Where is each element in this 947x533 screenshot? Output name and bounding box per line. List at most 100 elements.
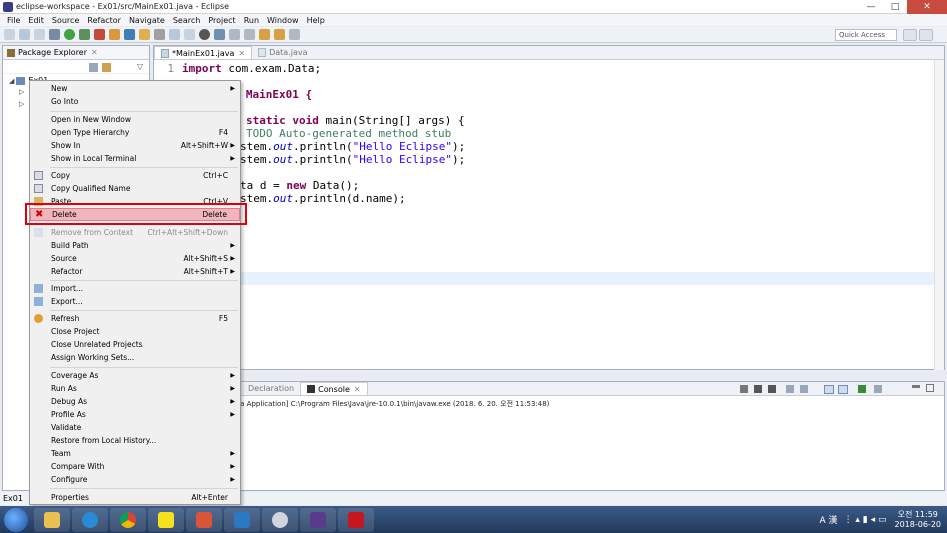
java-perspective-icon[interactable] bbox=[919, 29, 933, 41]
ctx-close-unrelated[interactable]: Close Unrelated Projects bbox=[30, 338, 240, 351]
input-language-indicator[interactable]: A 漢 bbox=[820, 513, 838, 526]
taskbar-app[interactable] bbox=[186, 507, 222, 532]
run-icon[interactable] bbox=[64, 29, 75, 40]
ctx-compare-with[interactable]: Compare With ▶ bbox=[30, 460, 240, 473]
tab-console[interactable]: Console ✕ bbox=[300, 382, 368, 395]
ctx-go-into[interactable]: Go Into bbox=[30, 95, 240, 108]
terminate-icon[interactable] bbox=[740, 385, 748, 393]
next-annotation-icon[interactable] bbox=[229, 29, 240, 40]
scroll-lock-icon[interactable] bbox=[800, 385, 808, 393]
ctx-debug-as[interactable]: Debug As ▶ bbox=[30, 395, 240, 408]
ctx-copy-qualified-name[interactable]: Copy Qualified Name bbox=[30, 182, 240, 195]
ctx-validate[interactable]: Validate bbox=[30, 421, 240, 434]
new-java-class-icon[interactable] bbox=[124, 29, 135, 40]
expand-icon[interactable]: ▷ bbox=[19, 88, 24, 96]
ctx-coverage-as[interactable]: Coverage As ▶ bbox=[30, 369, 240, 382]
taskbar-explorer[interactable] bbox=[34, 507, 70, 532]
code-area[interactable]: 1 import com.exam.Data; ss MainEx01 { sta… bbox=[154, 60, 934, 368]
ctx-refresh[interactable]: Refresh F5 bbox=[30, 312, 240, 325]
open-console-icon[interactable] bbox=[858, 385, 866, 393]
close-tab-icon[interactable]: ✕ bbox=[238, 49, 245, 58]
external-tools-icon[interactable] bbox=[94, 29, 105, 40]
annotation-icon[interactable] bbox=[199, 29, 210, 40]
search-icon[interactable] bbox=[154, 29, 165, 40]
last-edit-icon[interactable] bbox=[259, 29, 270, 40]
ctx-remove-from-context[interactable]: Remove from Context Ctrl+Alt+Shift+Down bbox=[30, 226, 240, 239]
clear-console-icon[interactable] bbox=[786, 385, 794, 393]
menu-refactor[interactable]: Refactor bbox=[83, 16, 125, 25]
menu-navigate[interactable]: Navigate bbox=[125, 16, 169, 25]
ctx-properties[interactable]: Properties Alt+Enter bbox=[30, 491, 240, 504]
display-console-icon[interactable] bbox=[874, 385, 882, 393]
close-tab-icon[interactable]: ✕ bbox=[91, 48, 98, 57]
tab-declaration[interactable]: Declaration bbox=[242, 382, 300, 395]
console-icon[interactable] bbox=[214, 29, 225, 40]
close-tab-icon[interactable]: ✕ bbox=[354, 385, 361, 394]
package-explorer-tab[interactable]: Package Explorer ✕ bbox=[3, 46, 149, 60]
collapse-all-icon[interactable] bbox=[89, 63, 98, 72]
ctx-profile-as[interactable]: Profile As ▶ bbox=[30, 408, 240, 421]
ctx-build-path[interactable]: Build Path ▶ bbox=[30, 239, 240, 252]
menu-run[interactable]: Run bbox=[240, 16, 263, 25]
menu-source[interactable]: Source bbox=[48, 16, 83, 25]
forward-icon[interactable] bbox=[289, 29, 300, 40]
ctx-import[interactable]: Import... bbox=[30, 282, 240, 295]
ctx-assign-working-sets[interactable]: Assign Working Sets... bbox=[30, 351, 240, 364]
ctx-close-project[interactable]: Close Project bbox=[30, 325, 240, 338]
editor-scrollbar[interactable] bbox=[934, 60, 944, 370]
ctx-new[interactable]: New ▶ bbox=[30, 82, 240, 95]
ctx-open-new-window[interactable]: Open in New Window bbox=[30, 113, 240, 126]
open-perspective-icon[interactable] bbox=[903, 29, 917, 41]
show-console-icon[interactable] bbox=[824, 385, 834, 394]
remove-all-icon[interactable] bbox=[768, 385, 776, 393]
minimize-button[interactable]: — bbox=[859, 0, 883, 14]
clock[interactable]: 오전 11:59 2018-06-20 bbox=[895, 510, 942, 530]
taskbar-ie[interactable] bbox=[72, 507, 108, 532]
tree-item-jre[interactable]: ▷ bbox=[19, 100, 24, 108]
close-button[interactable]: ✕ bbox=[907, 0, 947, 14]
ctx-export[interactable]: Export... bbox=[30, 295, 240, 308]
expand-icon[interactable]: ▷ bbox=[19, 100, 24, 108]
maximize-view-icon[interactable] bbox=[926, 384, 934, 392]
back-icon[interactable] bbox=[274, 29, 285, 40]
taskbar-tool[interactable] bbox=[262, 507, 298, 532]
pin-console-icon[interactable] bbox=[838, 385, 848, 394]
menu-project[interactable]: Project bbox=[204, 16, 239, 25]
prev-annotation-icon[interactable] bbox=[244, 29, 255, 40]
toggle-mark-icon[interactable] bbox=[169, 29, 180, 40]
tab-mainex01[interactable]: *MainEx01.java ✕ bbox=[154, 46, 253, 59]
taskbar-eclipse[interactable] bbox=[300, 507, 336, 532]
ctx-open-type-hierarchy[interactable]: Open Type Hierarchy F4 bbox=[30, 126, 240, 139]
ctx-configure[interactable]: Configure ▶ bbox=[30, 473, 240, 486]
taskbar-vscode[interactable] bbox=[224, 507, 260, 532]
ctx-run-as[interactable]: Run As ▶ bbox=[30, 382, 240, 395]
start-button[interactable] bbox=[4, 507, 28, 532]
menu-file[interactable]: File bbox=[3, 16, 24, 25]
minimize-view-icon[interactable] bbox=[912, 385, 920, 388]
taskbar-acrobat[interactable] bbox=[338, 507, 374, 532]
menu-help[interactable]: Help bbox=[303, 16, 329, 25]
ctx-source[interactable]: Source Alt+Shift+S ▶ bbox=[30, 252, 240, 265]
tree-item-src[interactable]: ▷ bbox=[19, 88, 24, 96]
menu-edit[interactable]: Edit bbox=[24, 16, 48, 25]
tab-data[interactable]: Data.java bbox=[252, 46, 313, 59]
debug-icon[interactable] bbox=[49, 29, 60, 40]
ctx-team[interactable]: Team ▶ bbox=[30, 447, 240, 460]
whitespace-icon[interactable] bbox=[184, 29, 195, 40]
link-editor-icon[interactable] bbox=[102, 63, 111, 72]
ctx-refactor[interactable]: Refactor Alt+Shift+T ▶ bbox=[30, 265, 240, 278]
ctx-copy[interactable]: Copy Ctrl+C bbox=[30, 169, 240, 182]
ctx-show-local-terminal[interactable]: Show in Local Terminal ▶ bbox=[30, 152, 240, 165]
new-java-package-icon[interactable] bbox=[109, 29, 120, 40]
ctx-show-in[interactable]: Show In Alt+Shift+W ▶ bbox=[30, 139, 240, 152]
menu-window[interactable]: Window bbox=[263, 16, 303, 25]
remove-launch-icon[interactable] bbox=[754, 385, 762, 393]
taskbar-chrome[interactable] bbox=[110, 507, 146, 532]
tray-icons[interactable]: ⋮ ▴ ▮ ◂ ▭ bbox=[844, 515, 887, 525]
coverage-icon[interactable] bbox=[79, 29, 90, 40]
open-type-icon[interactable] bbox=[139, 29, 150, 40]
expand-icon[interactable]: ◢ bbox=[9, 77, 14, 85]
ctx-restore-local-history[interactable]: Restore from Local History... bbox=[30, 434, 240, 447]
taskbar-kakaotalk[interactable] bbox=[148, 507, 184, 532]
maximize-button[interactable]: □ bbox=[883, 0, 907, 14]
